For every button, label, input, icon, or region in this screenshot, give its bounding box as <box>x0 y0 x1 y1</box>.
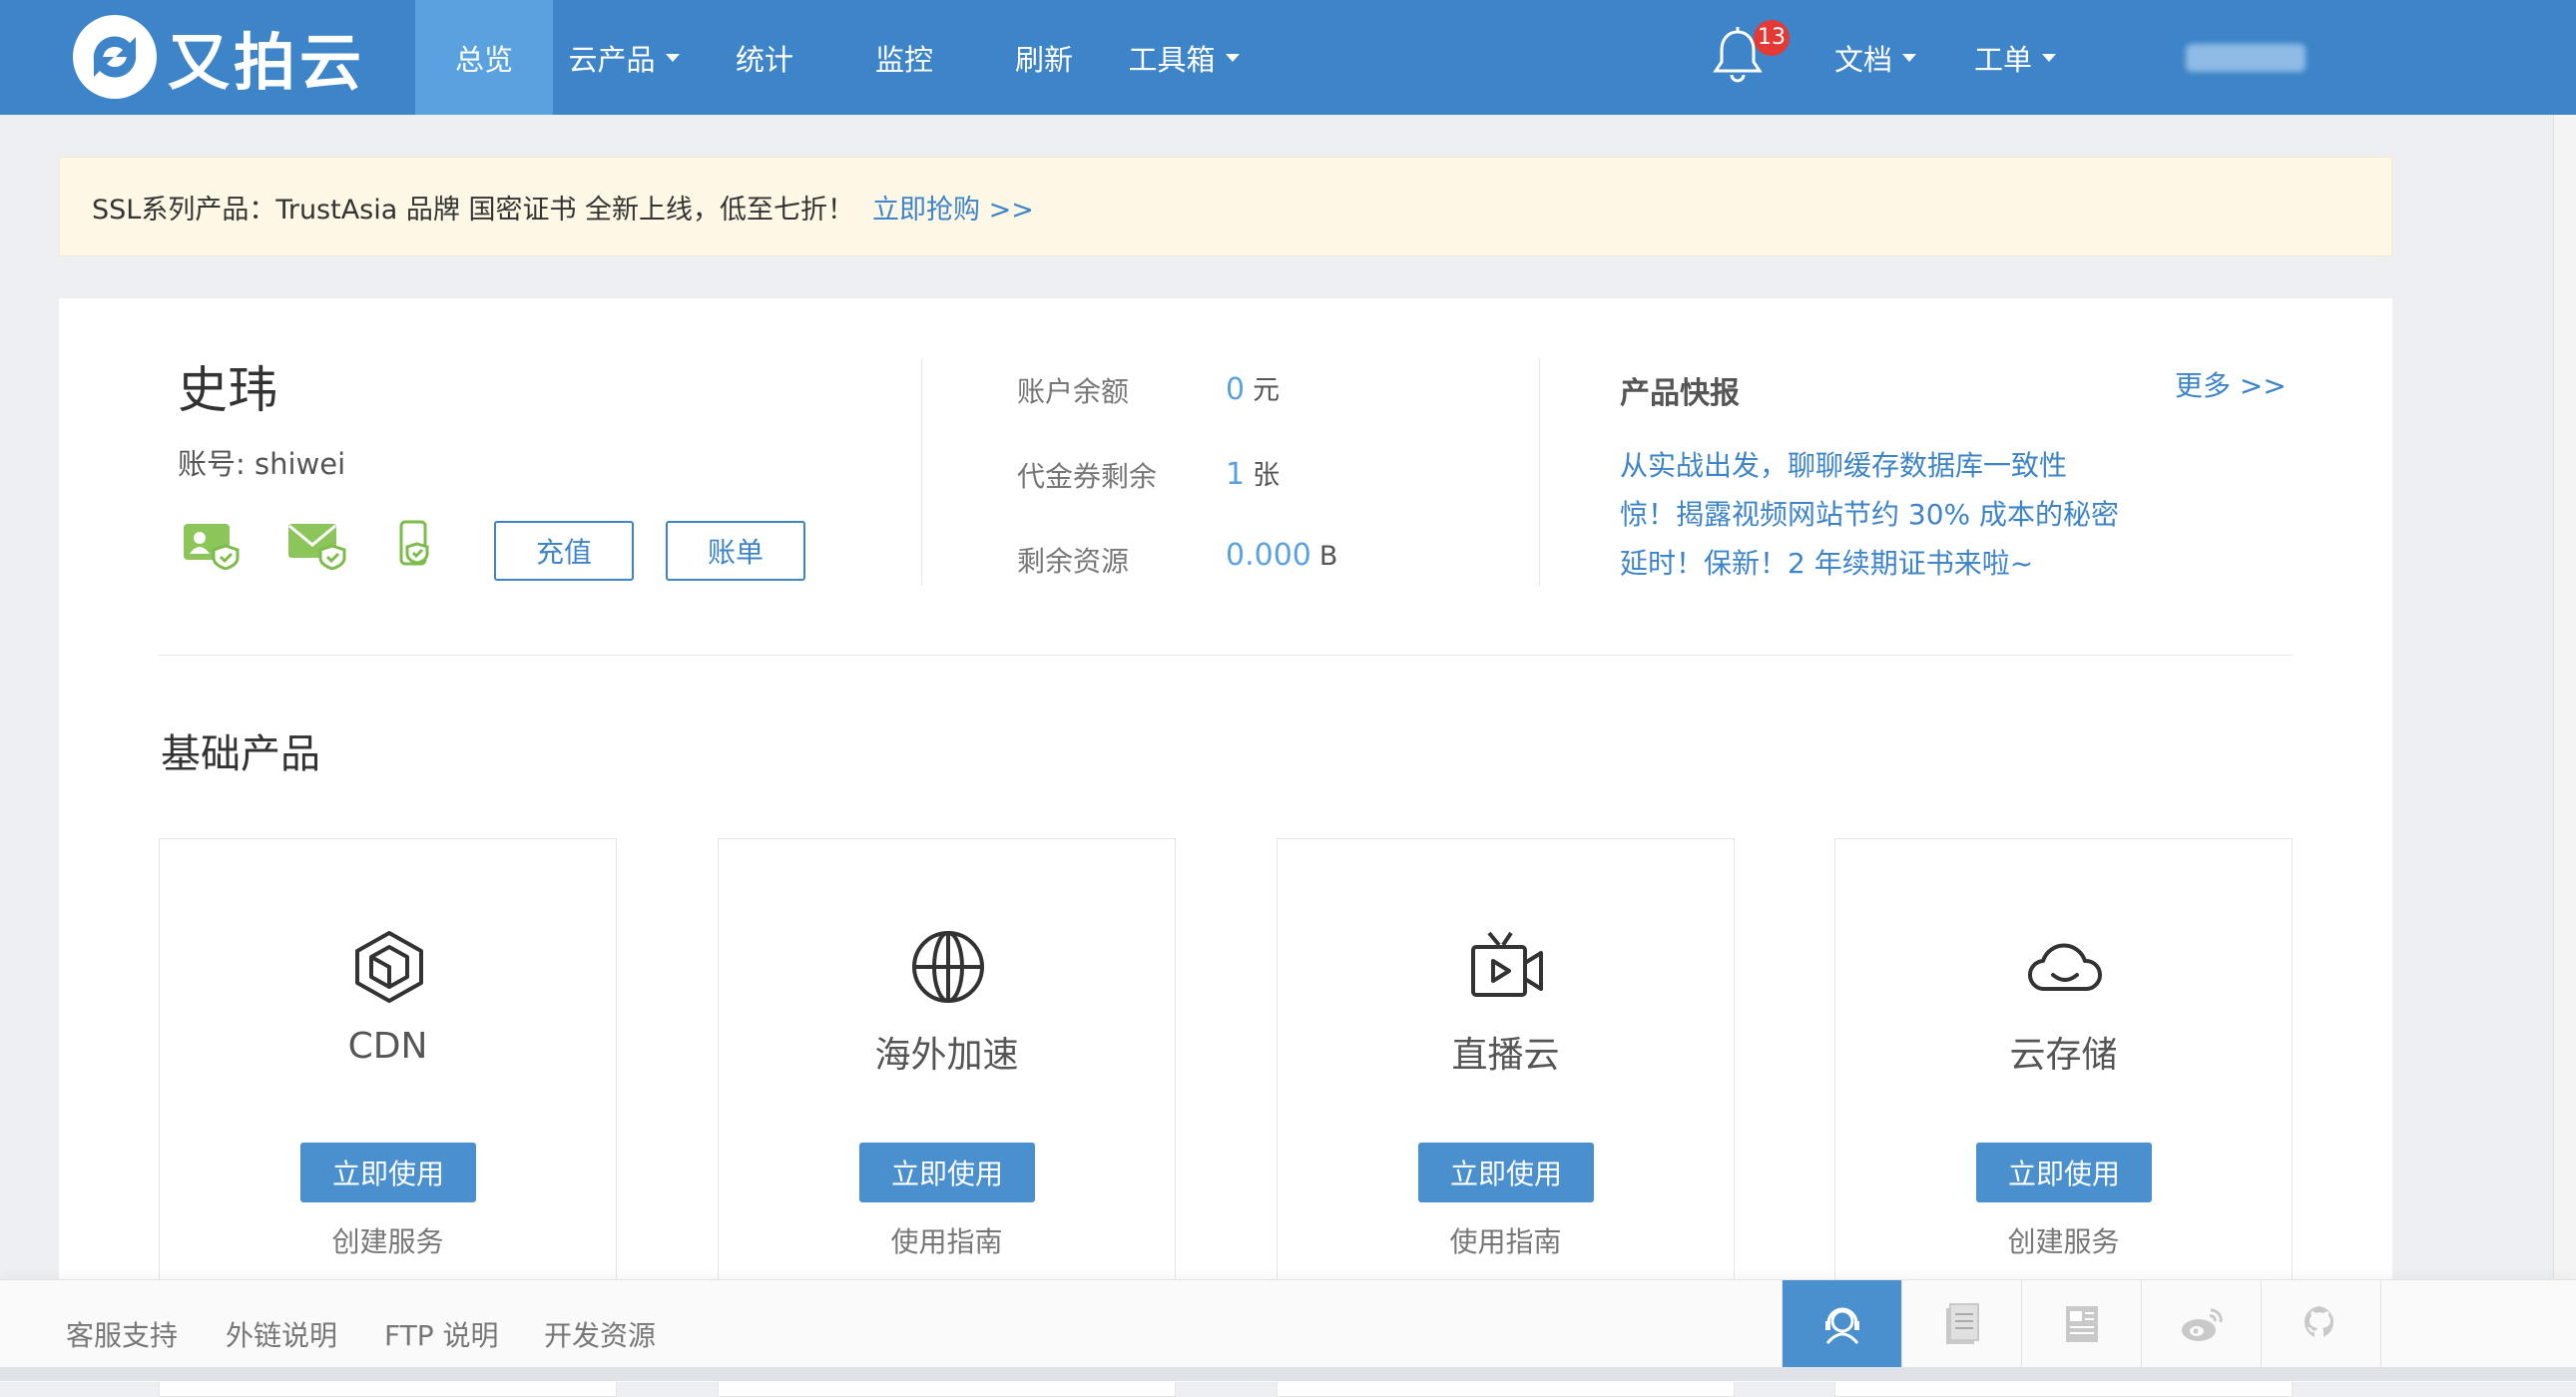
cloud-icon <box>2027 943 2103 992</box>
chevron-down-icon <box>1225 53 1240 62</box>
section-title: 基础产品 <box>161 731 320 777</box>
main-nav: 总览 云产品 统计 监控 刷新 工具箱 <box>415 0 1254 115</box>
voucher-count: 1 <box>1226 457 1246 492</box>
footer-link-hotlink[interactable]: 外链说明 <box>226 1314 337 1354</box>
recharge-button[interactable]: 充值 <box>494 521 634 581</box>
news-item[interactable]: 惊！揭露视频网站节约 30% 成本的秘密 <box>1620 493 2119 533</box>
news-icon[interactable] <box>2021 1280 2141 1368</box>
tv-live-icon <box>1471 931 1543 997</box>
weibo-icon[interactable] <box>2141 1280 2261 1368</box>
voucher-unit: 张 <box>1253 460 1281 491</box>
resource-label: 剩余资源 <box>1017 545 1130 578</box>
use-now-button[interactable]: 立即使用 <box>1418 1143 1594 1202</box>
account-id: 账号: shiwei <box>178 447 346 481</box>
product-name: 直播云 <box>1451 1035 1560 1076</box>
footer-link-ftp[interactable]: FTP 说明 <box>384 1314 499 1354</box>
nav-overview[interactable]: 总览 <box>415 0 553 115</box>
user-menu-blurred[interactable] <box>2186 44 2306 72</box>
cdn-cube-icon <box>355 931 423 1003</box>
notification-badge: 13 <box>1754 20 1790 56</box>
id-verified-icon[interactable] <box>182 520 242 570</box>
use-now-button[interactable]: 立即使用 <box>1976 1143 2152 1202</box>
voucher-label: 代金券剩余 <box>1017 460 1158 493</box>
scrollbar-track[interactable] <box>2553 115 2576 1381</box>
balance-amount: 0 <box>1226 372 1246 407</box>
weibo-glyph <box>2181 1308 2223 1341</box>
resource-amount: 0.000 <box>1226 538 1311 573</box>
resource-value: 0.000 B <box>1226 538 1337 573</box>
support-agent-glyph <box>1824 1307 1859 1344</box>
nav-docs-label: 文档 <box>1834 42 1893 77</box>
product-name: 云存储 <box>2009 1035 2118 1076</box>
voucher-value: 1张 <box>1226 453 1280 492</box>
balance-unit: 元 <box>1253 375 1281 406</box>
nav-statistics-label: 统计 <box>735 42 793 77</box>
nav-statistics[interactable]: 统计 <box>695 0 834 115</box>
user-name: 史玮 <box>178 361 277 419</box>
nav-toolbox[interactable]: 工具箱 <box>1114 0 1254 115</box>
product-name: 海外加速 <box>874 1035 1019 1076</box>
footer-link-support[interactable]: 客服支持 <box>66 1314 178 1354</box>
product-secondary-link[interactable]: 使用指南 <box>1278 1220 1734 1260</box>
brand-name: 又拍云 <box>168 26 366 99</box>
product-name: CDN <box>347 1026 428 1067</box>
nav-overview-label: 总览 <box>454 42 513 77</box>
news-item[interactable]: 延时！保新！2 年续期证书来啦~ <box>1620 542 2033 582</box>
top-navbar: 又拍云 总览 云产品 统计 监控 刷新 工具箱 13 文档 工单 <box>0 0 2576 115</box>
github-icon[interactable] <box>2261 1280 2381 1368</box>
chevron-down-icon <box>665 53 680 62</box>
news-more-link[interactable]: 更多 >> <box>2175 364 2287 404</box>
github-glyph <box>2304 1306 2333 1337</box>
document-glyph <box>1945 1303 1979 1344</box>
footer-bottom-strip <box>0 1367 2576 1381</box>
promo-link[interactable]: 立即抢购 >> <box>872 188 1034 227</box>
product-secondary-link[interactable]: 创建服务 <box>160 1220 616 1260</box>
resource-unit: B <box>1318 541 1338 572</box>
product-secondary-link[interactable]: 创建服务 <box>1835 1220 2292 1260</box>
phone-verified-icon[interactable] <box>395 520 435 570</box>
nav-tickets[interactable]: 工单 <box>1974 0 2057 115</box>
footer-link-dev[interactable]: 开发资源 <box>544 1314 656 1354</box>
news-title: 产品快报 <box>1620 376 1740 411</box>
balance-value: 0元 <box>1226 368 1280 407</box>
divider <box>1539 358 1540 586</box>
email-verified-icon[interactable] <box>286 520 348 570</box>
balance-label: 账户余额 <box>1017 375 1130 408</box>
nav-cloud-products-label: 云产品 <box>568 42 656 77</box>
bill-button[interactable]: 账单 <box>666 521 805 581</box>
nav-monitor[interactable]: 监控 <box>834 0 974 115</box>
support-agent-icon[interactable] <box>1782 1280 1901 1368</box>
nav-toolbox-label: 工具箱 <box>1128 42 1216 77</box>
nav-monitor-label: 监控 <box>874 42 933 77</box>
nav-cloud-products[interactable]: 云产品 <box>553 0 695 115</box>
promo-notice: SSL系列产品：TrustAsia 品牌 国密证书 全新上线，低至七折！ 立即抢… <box>59 157 2392 256</box>
chevron-down-icon <box>1902 53 1917 62</box>
globe-icon <box>912 931 984 1003</box>
news-item[interactable]: 从实战出发，聊聊缓存数据库一致性 <box>1620 444 2067 484</box>
nav-refresh-label: 刷新 <box>1014 42 1073 77</box>
divider <box>921 358 922 586</box>
use-now-button[interactable]: 立即使用 <box>300 1143 476 1202</box>
use-now-button[interactable]: 立即使用 <box>859 1143 1035 1202</box>
news-glyph <box>2065 1306 2098 1342</box>
nav-docs[interactable]: 文档 <box>1834 0 1917 115</box>
upyun-logo-icon <box>73 15 157 99</box>
nav-tickets-label: 工单 <box>1974 42 2033 77</box>
promo-text: SSL系列产品：TrustAsia 品牌 国密证书 全新上线，低至七折！ <box>92 194 855 226</box>
nav-refresh[interactable]: 刷新 <box>974 0 1114 115</box>
chevron-down-icon <box>2042 53 2057 62</box>
overview-card: 史玮 账号: shiwei 充值 账单 账户余额 0元 代金券剩余 1张 剩余资… <box>59 298 2392 1397</box>
section-divider <box>159 655 2293 656</box>
brand-logo[interactable]: 又拍云 <box>72 14 365 100</box>
product-secondary-link[interactable]: 使用指南 <box>719 1220 1175 1260</box>
document-icon[interactable] <box>1901 1280 2021 1368</box>
